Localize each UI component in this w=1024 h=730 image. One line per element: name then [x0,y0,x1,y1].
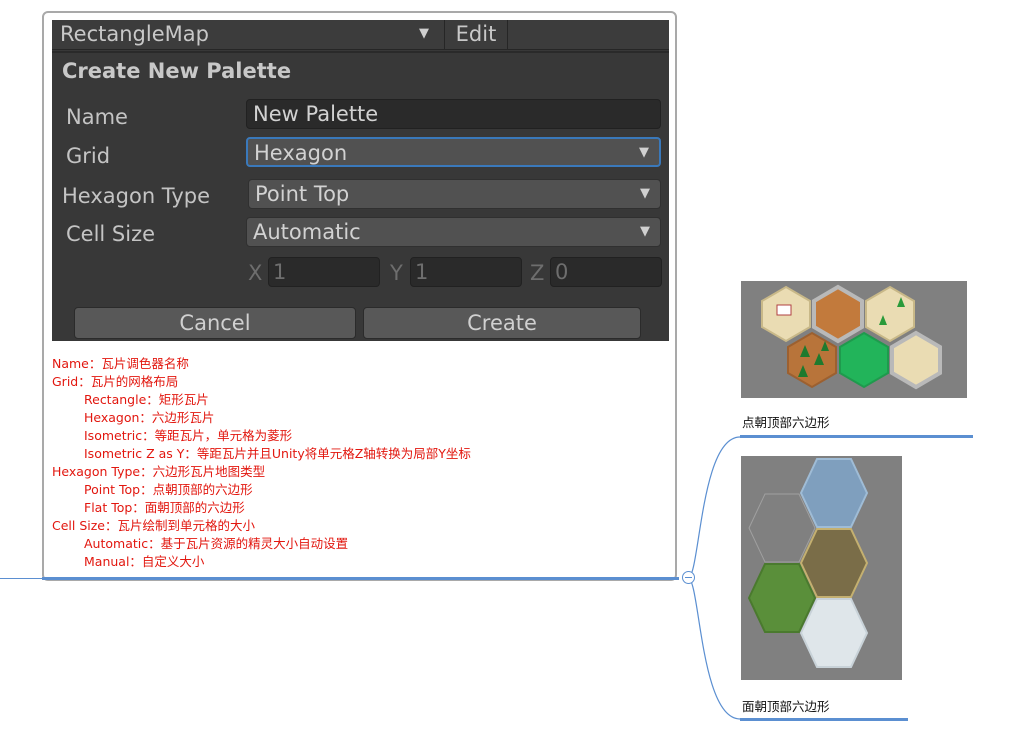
collapse-toggle[interactable] [682,571,695,584]
flat-top-hexagon-image [741,456,902,680]
flat-top-caption: 面朝顶部六边形 [742,699,830,714]
point-top-caption: 点朝顶部六边形 [742,415,830,430]
branch-underline-bottom [740,718,908,721]
branch-underline-top [740,435,973,438]
point-top-hexagon-image [741,281,967,398]
